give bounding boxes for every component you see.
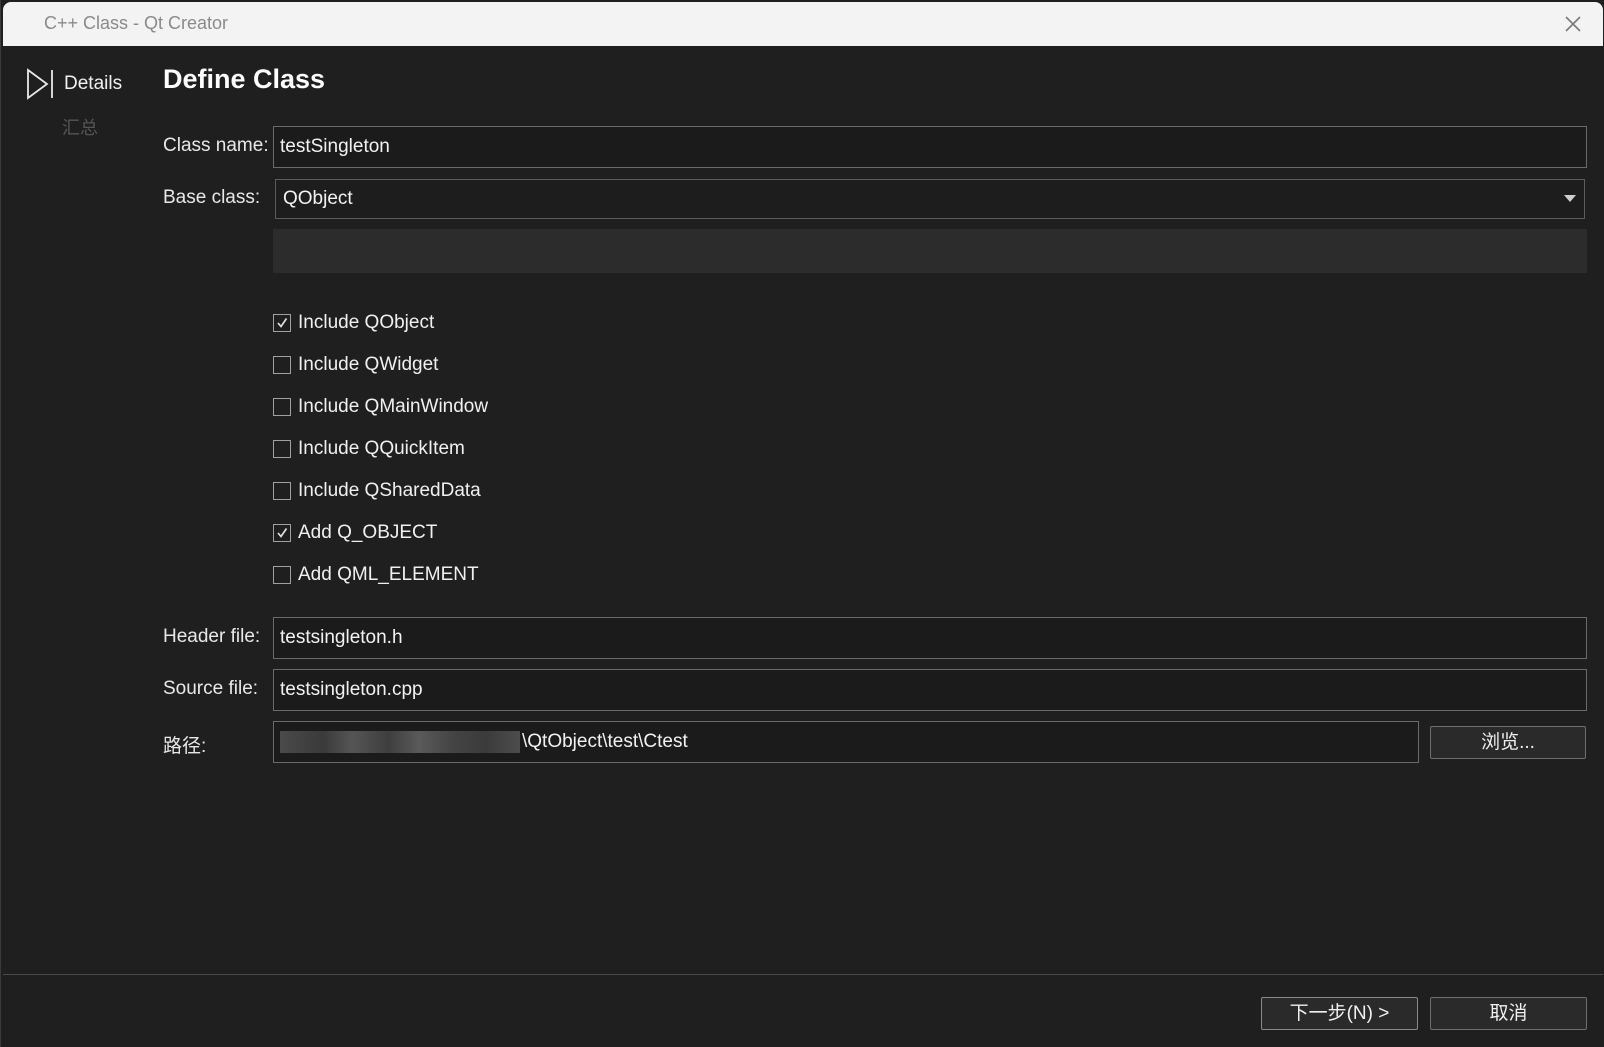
path-suffix: \QtObject\test\Ctest: [522, 731, 688, 752]
play-arrow-icon: [27, 68, 53, 100]
checkbox-box: [273, 398, 291, 416]
checkbox-label: Include QSharedData: [298, 480, 481, 501]
checkmark-icon: [277, 528, 288, 538]
header-file-input[interactable]: testsingleton.h: [273, 617, 1587, 659]
base-class-label: Base class:: [163, 187, 261, 208]
close-icon: [1565, 16, 1581, 32]
next-button[interactable]: 下一步(N) >: [1261, 997, 1418, 1030]
source-file-label: Source file:: [163, 678, 259, 699]
checkbox-box: [273, 440, 291, 458]
include-qobject-checkbox[interactable]: Include QObject: [273, 312, 434, 334]
checkmark-icon: [277, 318, 288, 328]
header-file-label: Header file:: [163, 626, 261, 647]
browse-button[interactable]: 浏览...: [1430, 726, 1586, 759]
cancel-button[interactable]: 取消: [1430, 997, 1587, 1030]
checkbox-label: Include QMainWindow: [298, 396, 489, 417]
checkbox-label: Add Q_OBJECT: [298, 522, 438, 543]
path-label: 路径:: [163, 736, 207, 757]
title-bar: C++ Class - Qt Creator: [3, 2, 1603, 46]
checkbox-box: [273, 524, 291, 542]
checkbox-box: [273, 482, 291, 500]
base-class-value: QObject: [283, 188, 353, 209]
class-name-label: Class name:: [163, 135, 269, 156]
include-qmainwindow-checkbox[interactable]: Include QMainWindow: [273, 396, 488, 418]
path-input[interactable]: \QtObject\test\Ctest: [273, 721, 1419, 763]
close-button[interactable]: [1557, 8, 1589, 40]
page-title: Define Class: [163, 64, 326, 94]
window-title: C++ Class - Qt Creator: [44, 13, 229, 33]
include-qshareddata-checkbox[interactable]: Include QSharedData: [273, 480, 481, 502]
redacted-path-prefix: [280, 730, 520, 753]
source-file-input[interactable]: testsingleton.cpp: [273, 669, 1587, 711]
checkbox-box: [273, 566, 291, 584]
add-q-object-checkbox[interactable]: Add Q_OBJECT: [273, 522, 437, 544]
checkbox-label: Include QWidget: [298, 354, 439, 375]
checkbox-label: Include QQuickItem: [298, 438, 465, 459]
class-name-input[interactable]: testSingleton: [273, 126, 1587, 168]
base-class-info-panel: [273, 229, 1587, 273]
base-class-select[interactable]: QObject: [275, 179, 1585, 219]
chevron-down-icon: [1564, 195, 1576, 202]
wizard-window: C++ Class - Qt Creator Details 汇总 Define…: [0, 0, 1604, 1047]
sidebar-step-details: Details: [26, 68, 122, 100]
sidebar-step-summary: 汇总: [62, 118, 98, 138]
checkbox-label: Add QML_ELEMENT: [298, 564, 479, 585]
add-qml-element-checkbox[interactable]: Add QML_ELEMENT: [273, 564, 479, 586]
sidebar-step-label: Details: [64, 73, 123, 94]
checkbox-box: [273, 314, 291, 332]
include-qquickitem-checkbox[interactable]: Include QQuickItem: [273, 438, 465, 460]
checkbox-label: Include QObject: [298, 312, 435, 333]
checkbox-box: [273, 356, 291, 374]
include-qwidget-checkbox[interactable]: Include QWidget: [273, 354, 438, 376]
footer-divider: [3, 974, 1603, 975]
